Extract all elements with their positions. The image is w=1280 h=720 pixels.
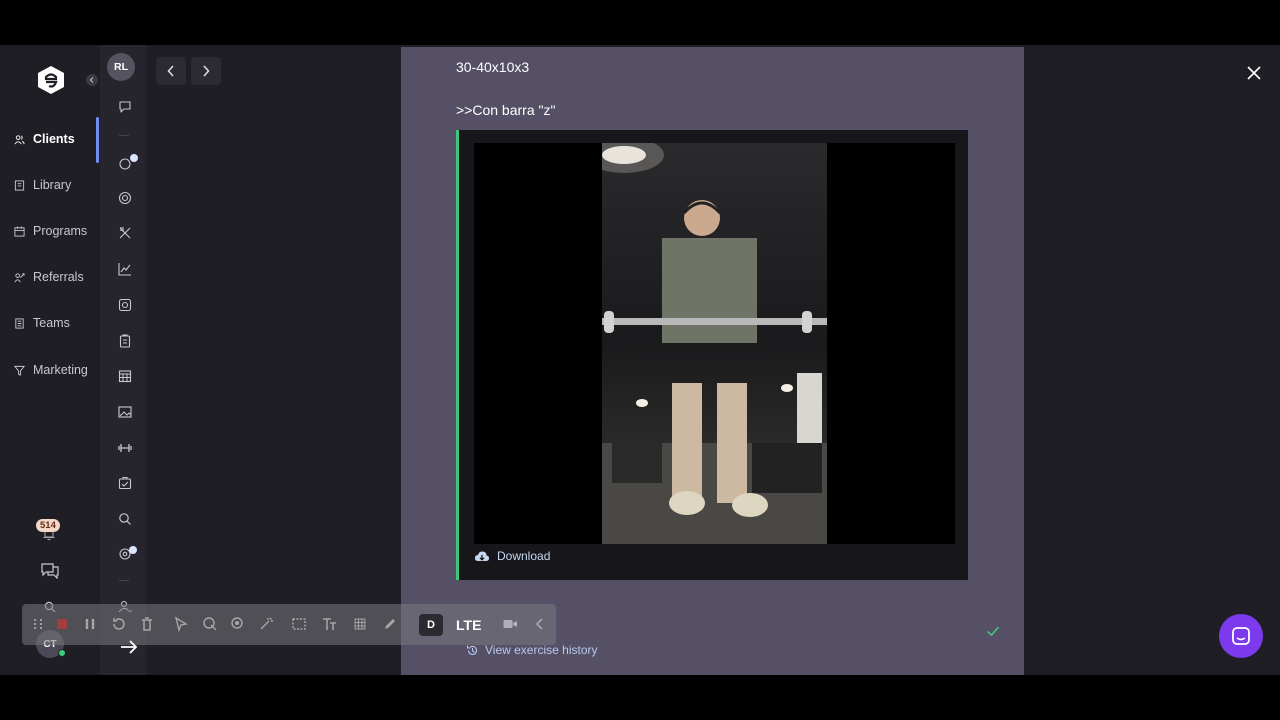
sidebar-item-marketing[interactable]: Marketing (14, 360, 88, 380)
network-indicator: LTE (456, 617, 482, 633)
pen-icon[interactable] (382, 616, 398, 632)
nutrition-icon[interactable] (117, 225, 133, 241)
rail-divider (119, 135, 129, 136)
sidebar-item-library[interactable]: Library (14, 175, 71, 195)
exercise-note: >>Con barra "z" (456, 102, 556, 118)
checkmark-icon[interactable] (986, 624, 1000, 638)
restart-icon[interactable] (111, 616, 127, 632)
trash-icon[interactable] (139, 616, 155, 632)
chevron-left-icon (167, 65, 174, 77)
top-letterbox (0, 0, 1280, 45)
notifications-count-badge: 514 (36, 519, 60, 532)
chat-support-icon (1232, 627, 1250, 645)
book-icon (14, 179, 25, 191)
sidebar-item-clients[interactable]: Clients (14, 129, 75, 149)
video-attachment: Download (456, 130, 968, 580)
photos-icon[interactable] (117, 297, 133, 313)
chevron-left-icon (89, 77, 94, 83)
referral-icon (14, 272, 25, 282)
click-highlight-icon[interactable] (202, 616, 218, 632)
text-tool-icon[interactable] (321, 616, 337, 632)
pause-icon[interactable] (82, 616, 98, 632)
users-icon (14, 134, 25, 144)
app-window: Clients Library Programs Referrals Teams… (0, 45, 1280, 677)
sidebar-item-label: Programs (33, 224, 88, 238)
sidebar-item-label: Library (33, 178, 72, 192)
funnel-icon (14, 365, 25, 376)
sidebar-item-referrals[interactable]: Referrals (14, 267, 84, 287)
stop-record-icon[interactable] (54, 616, 70, 632)
device-toggle-button[interactable]: D (419, 614, 443, 636)
clipboard-icon[interactable] (117, 333, 133, 349)
spotlight-icon[interactable] (230, 616, 246, 632)
chevron-right-icon (203, 65, 210, 77)
search-icon[interactable] (117, 511, 133, 527)
calendar-icon (14, 225, 25, 237)
unread-dot (130, 154, 138, 162)
sidebar-item-label: Teams (33, 316, 70, 330)
screen-recorder-toolbar: D LTE (22, 604, 556, 645)
target-icon[interactable] (117, 190, 133, 206)
magic-wand-icon[interactable] (258, 616, 274, 632)
sidebar-item-label: Clients (33, 132, 75, 146)
view-exercise-history-link[interactable]: View exercise history (466, 643, 598, 657)
pointer-icon[interactable] (173, 616, 189, 632)
next-button[interactable] (191, 57, 221, 85)
cloud-download-icon (474, 550, 490, 561)
dumbbell-icon[interactable] (117, 440, 133, 456)
notifications-button[interactable]: 514 (36, 519, 62, 543)
sidebar-item-label: Referrals (33, 270, 84, 284)
rail-divider (119, 580, 129, 581)
arrow-right-icon[interactable] (116, 634, 142, 660)
app-logo-icon[interactable] (36, 65, 66, 95)
chart-line-icon[interactable] (117, 261, 133, 277)
messages-icon[interactable] (41, 563, 59, 579)
unread-dot (129, 546, 137, 554)
chat-bubble-icon[interactable] (117, 99, 133, 115)
rectangle-select-icon[interactable] (291, 616, 307, 632)
download-label: Download (497, 549, 551, 563)
calendar-grid-icon[interactable] (117, 368, 133, 384)
close-icon[interactable] (1246, 65, 1262, 81)
sidebar-item-programs[interactable]: Programs (14, 221, 87, 241)
image-icon[interactable] (117, 404, 133, 420)
client-avatar[interactable]: RL (107, 53, 135, 81)
video-player[interactable] (474, 143, 955, 544)
camera-icon[interactable] (502, 616, 518, 632)
active-indicator (96, 117, 99, 163)
exercise-detail-panel: 30-40x10x3 >>Con barra "z" Download View… (401, 47, 1024, 677)
history-icon (466, 645, 477, 655)
sidebar-item-label: Marketing (33, 363, 88, 377)
collapse-toolbar-icon[interactable] (532, 616, 548, 632)
sidebar-item-teams[interactable]: Teams (14, 313, 70, 333)
previous-button[interactable] (156, 57, 186, 85)
blur-grid-icon[interactable] (352, 616, 368, 632)
client-tools-rail: RL (100, 45, 146, 675)
package-icon[interactable] (117, 475, 133, 491)
bottom-letterbox (0, 675, 1280, 720)
support-chat-button[interactable] (1219, 614, 1263, 658)
drag-handle-icon[interactable] (30, 616, 46, 632)
history-label: View exercise history (485, 643, 598, 657)
download-link[interactable]: Download (474, 547, 550, 565)
sidebar: Clients Library Programs Referrals Teams… (0, 45, 100, 675)
sets-reps-text: 30-40x10x3 (456, 59, 530, 75)
collapse-sidebar-button[interactable] (86, 74, 98, 86)
building-icon (15, 317, 24, 329)
video-thumbnail (602, 143, 827, 544)
online-status-dot (58, 649, 66, 657)
